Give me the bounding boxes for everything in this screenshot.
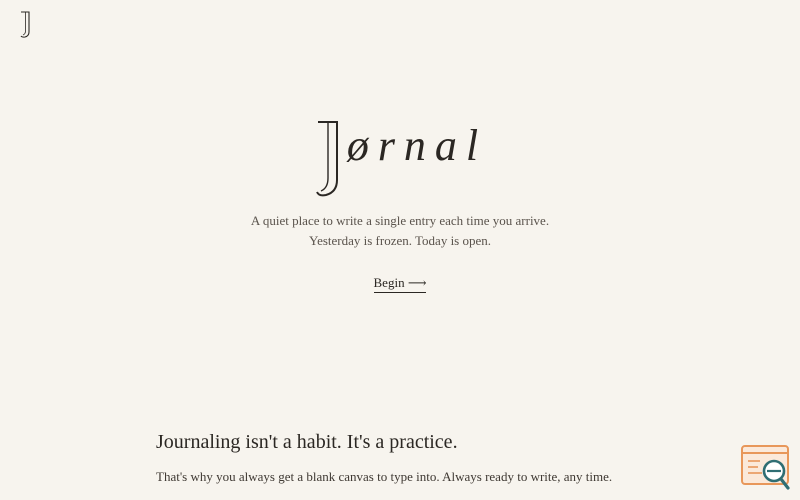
wordmark-text: ørnal (346, 121, 488, 170)
tagline: A quiet place to write a single entry ea… (0, 211, 800, 251)
begin-link[interactable]: Begin ⟶ (373, 275, 427, 293)
tagline-line-1: A quiet place to write a single entry ea… (250, 213, 550, 228)
journal-j-logo-icon[interactable] (18, 10, 32, 38)
intro-body: That's why you always get a blank canvas… (156, 469, 613, 484)
wordmark-j-glyph-icon (315, 121, 338, 197)
intro-section: Journaling isn't a habit. It's a practic… (156, 430, 716, 486)
wordmark: ørnal (313, 118, 487, 200)
search-window-icon[interactable] (740, 444, 792, 492)
hero-section: ørnal A quiet place to write a single en… (0, 118, 800, 293)
intro-heading: Journaling isn't a habit. It's a practic… (156, 431, 458, 453)
tagline-line-2: Yesterday is frozen. Today is open. (308, 233, 492, 248)
